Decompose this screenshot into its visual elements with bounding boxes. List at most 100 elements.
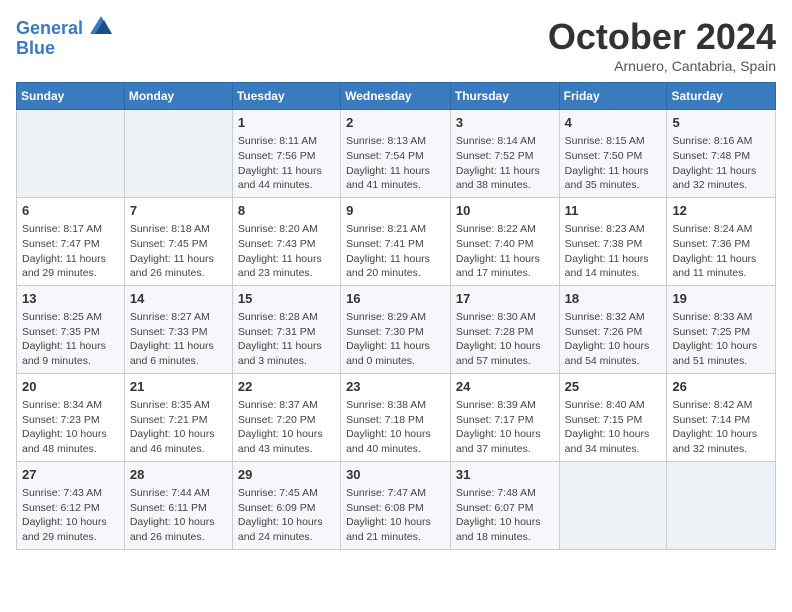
day-detail: Sunrise: 8:30 AM Sunset: 7:28 PM Dayligh… xyxy=(456,310,554,369)
day-detail: Sunrise: 7:45 AM Sunset: 6:09 PM Dayligh… xyxy=(238,486,335,545)
calendar-cell: 17 Sunrise: 8:30 AM Sunset: 7:28 PM Dayli… xyxy=(450,285,559,373)
day-detail: Sunrise: 8:33 AM Sunset: 7:25 PM Dayligh… xyxy=(672,310,770,369)
title-block: October 2024 Arnuero, Cantabria, Spain xyxy=(548,16,776,74)
day-number: 29 xyxy=(238,466,335,484)
day-detail: Sunrise: 8:39 AM Sunset: 7:17 PM Dayligh… xyxy=(456,398,554,457)
day-number: 18 xyxy=(565,290,662,308)
calendar-cell: 18 Sunrise: 8:32 AM Sunset: 7:26 PM Dayli… xyxy=(559,285,667,373)
day-number: 12 xyxy=(672,202,770,220)
logo-line2: Blue xyxy=(16,39,112,59)
calendar-cell: 3Sunrise: 8:14 AM Sunset: 7:52 PM Daylig… xyxy=(450,110,559,198)
header-saturday: Saturday xyxy=(667,83,776,110)
day-number: 20 xyxy=(22,378,119,396)
calendar-cell: 23 Sunrise: 8:38 AM Sunset: 7:18 PM Dayli… xyxy=(341,373,451,461)
day-number: 23 xyxy=(346,378,445,396)
day-number: 8 xyxy=(238,202,335,220)
day-detail: Sunrise: 7:44 AM Sunset: 6:11 PM Dayligh… xyxy=(130,486,227,545)
calendar-week-4: 27Sunrise: 7:43 AM Sunset: 6:12 PM Dayli… xyxy=(17,461,776,549)
calendar-cell: 14 Sunrise: 8:27 AM Sunset: 7:33 PM Dayli… xyxy=(124,285,232,373)
header-thursday: Thursday xyxy=(450,83,559,110)
day-number: 26 xyxy=(672,378,770,396)
day-number: 24 xyxy=(456,378,554,396)
location: Arnuero, Cantabria, Spain xyxy=(548,58,776,74)
calendar-cell: 21 Sunrise: 8:35 AM Sunset: 7:21 PM Dayli… xyxy=(124,373,232,461)
day-number: 17 xyxy=(456,290,554,308)
calendar-cell: 10Sunrise: 8:22 AM Sunset: 7:40 PM Dayli… xyxy=(450,197,559,285)
day-number: 10 xyxy=(456,202,554,220)
day-number: 14 xyxy=(130,290,227,308)
day-number: 16 xyxy=(346,290,445,308)
day-detail: Sunrise: 8:21 AM Sunset: 7:41 PM Dayligh… xyxy=(346,222,445,281)
page-header: General Blue October 2024 Arnuero, Canta… xyxy=(16,16,776,74)
day-detail: Sunrise: 8:15 AM Sunset: 7:50 PM Dayligh… xyxy=(565,134,662,193)
month-title: October 2024 xyxy=(548,16,776,58)
day-number: 31 xyxy=(456,466,554,484)
calendar-week-2: 13Sunrise: 8:25 AM Sunset: 7:35 PM Dayli… xyxy=(17,285,776,373)
header-tuesday: Tuesday xyxy=(232,83,340,110)
calendar-cell: 29 Sunrise: 7:45 AM Sunset: 6:09 PM Dayli… xyxy=(232,461,340,549)
day-number: 6 xyxy=(22,202,119,220)
day-detail: Sunrise: 8:28 AM Sunset: 7:31 PM Dayligh… xyxy=(238,310,335,369)
day-number: 5 xyxy=(672,114,770,132)
calendar-cell: 20 Sunrise: 8:34 AM Sunset: 7:23 PM Dayli… xyxy=(17,373,125,461)
day-detail: Sunrise: 8:11 AM Sunset: 7:56 PM Dayligh… xyxy=(238,134,335,193)
day-detail: Sunrise: 8:35 AM Sunset: 7:21 PM Dayligh… xyxy=(130,398,227,457)
header-wednesday: Wednesday xyxy=(341,83,451,110)
day-detail: Sunrise: 8:29 AM Sunset: 7:30 PM Dayligh… xyxy=(346,310,445,369)
day-number: 9 xyxy=(346,202,445,220)
calendar-cell: 8 Sunrise: 8:20 AM Sunset: 7:43 PM Daylig… xyxy=(232,197,340,285)
day-number: 1 xyxy=(238,114,335,132)
day-number: 30 xyxy=(346,466,445,484)
calendar-cell: 4Sunrise: 8:15 AM Sunset: 7:50 PM Daylig… xyxy=(559,110,667,198)
calendar-cell: 16 Sunrise: 8:29 AM Sunset: 7:30 PM Dayli… xyxy=(341,285,451,373)
day-number: 15 xyxy=(238,290,335,308)
calendar-cell: 6 Sunrise: 8:17 AM Sunset: 7:47 PM Daylig… xyxy=(17,197,125,285)
calendar-header: SundayMondayTuesdayWednesdayThursdayFrid… xyxy=(17,83,776,110)
day-detail: Sunrise: 8:20 AM Sunset: 7:43 PM Dayligh… xyxy=(238,222,335,281)
header-friday: Friday xyxy=(559,83,667,110)
day-detail: Sunrise: 8:16 AM Sunset: 7:48 PM Dayligh… xyxy=(672,134,770,193)
logo-icon xyxy=(90,16,112,34)
day-number: 11 xyxy=(565,202,662,220)
calendar-cell: 7Sunrise: 8:18 AM Sunset: 7:45 PM Daylig… xyxy=(124,197,232,285)
calendar-cell: 13Sunrise: 8:25 AM Sunset: 7:35 PM Dayli… xyxy=(17,285,125,373)
calendar-cell: 1 Sunrise: 8:11 AM Sunset: 7:56 PM Daylig… xyxy=(232,110,340,198)
calendar-cell: 27Sunrise: 7:43 AM Sunset: 6:12 PM Dayli… xyxy=(17,461,125,549)
calendar-cell: 15 Sunrise: 8:28 AM Sunset: 7:31 PM Dayli… xyxy=(232,285,340,373)
calendar-cell: 30Sunrise: 7:47 AM Sunset: 6:08 PM Dayli… xyxy=(341,461,451,549)
calendar-cell: 5 Sunrise: 8:16 AM Sunset: 7:48 PM Daylig… xyxy=(667,110,776,198)
logo-text: General xyxy=(16,16,112,39)
calendar-cell xyxy=(124,110,232,198)
logo: General Blue xyxy=(16,16,112,59)
day-detail: Sunrise: 8:27 AM Sunset: 7:33 PM Dayligh… xyxy=(130,310,227,369)
calendar-cell: 28 Sunrise: 7:44 AM Sunset: 6:11 PM Dayli… xyxy=(124,461,232,549)
day-detail: Sunrise: 8:23 AM Sunset: 7:38 PM Dayligh… xyxy=(565,222,662,281)
day-detail: Sunrise: 7:43 AM Sunset: 6:12 PM Dayligh… xyxy=(22,486,119,545)
day-number: 7 xyxy=(130,202,227,220)
day-number: 2 xyxy=(346,114,445,132)
calendar-cell: 2Sunrise: 8:13 AM Sunset: 7:54 PM Daylig… xyxy=(341,110,451,198)
calendar-cell: 11 Sunrise: 8:23 AM Sunset: 7:38 PM Dayli… xyxy=(559,197,667,285)
day-detail: Sunrise: 8:17 AM Sunset: 7:47 PM Dayligh… xyxy=(22,222,119,281)
day-detail: Sunrise: 8:32 AM Sunset: 7:26 PM Dayligh… xyxy=(565,310,662,369)
calendar-cell xyxy=(559,461,667,549)
calendar-cell: 25Sunrise: 8:40 AM Sunset: 7:15 PM Dayli… xyxy=(559,373,667,461)
header-monday: Monday xyxy=(124,83,232,110)
calendar-week-3: 20 Sunrise: 8:34 AM Sunset: 7:23 PM Dayli… xyxy=(17,373,776,461)
calendar-week-1: 6 Sunrise: 8:17 AM Sunset: 7:47 PM Daylig… xyxy=(17,197,776,285)
day-number: 25 xyxy=(565,378,662,396)
day-number: 19 xyxy=(672,290,770,308)
calendar-cell xyxy=(17,110,125,198)
day-detail: Sunrise: 8:38 AM Sunset: 7:18 PM Dayligh… xyxy=(346,398,445,457)
day-number: 28 xyxy=(130,466,227,484)
day-number: 21 xyxy=(130,378,227,396)
calendar-cell xyxy=(667,461,776,549)
calendar-cell: 22Sunrise: 8:37 AM Sunset: 7:20 PM Dayli… xyxy=(232,373,340,461)
day-detail: Sunrise: 8:14 AM Sunset: 7:52 PM Dayligh… xyxy=(456,134,554,193)
day-detail: Sunrise: 8:24 AM Sunset: 7:36 PM Dayligh… xyxy=(672,222,770,281)
calendar-table: SundayMondayTuesdayWednesdayThursdayFrid… xyxy=(16,82,776,550)
calendar-cell: 31Sunrise: 7:48 AM Sunset: 6:07 PM Dayli… xyxy=(450,461,559,549)
day-number: 13 xyxy=(22,290,119,308)
calendar-cell: 12 Sunrise: 8:24 AM Sunset: 7:36 PM Dayli… xyxy=(667,197,776,285)
day-detail: Sunrise: 8:34 AM Sunset: 7:23 PM Dayligh… xyxy=(22,398,119,457)
